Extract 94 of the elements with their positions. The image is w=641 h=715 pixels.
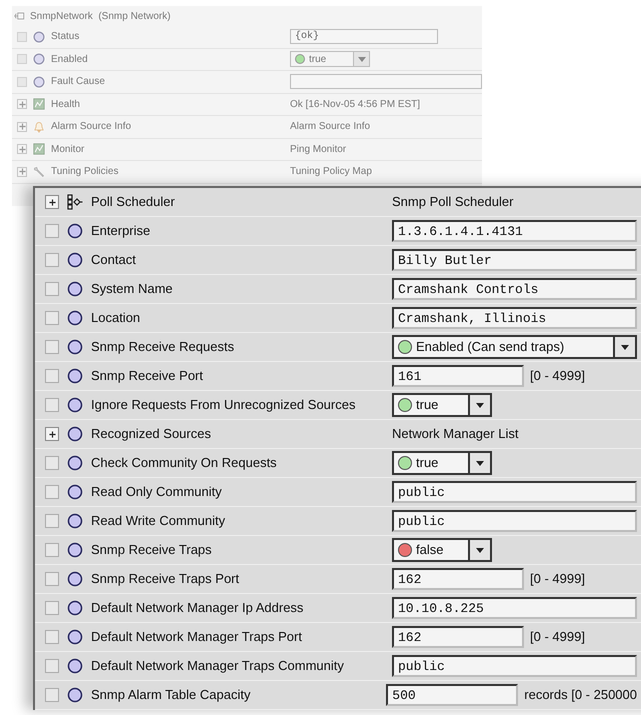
property-label: Enabled (51, 52, 88, 67)
slot-circle-icon (67, 281, 83, 297)
property-label: Snmp Alarm Table Capacity (91, 686, 250, 704)
property-value: Tuning Policy Map (290, 165, 372, 180)
slot-circle-icon (33, 76, 45, 88)
plus-icon (18, 123, 26, 130)
slot-circle-icon (33, 30, 45, 43)
value-field[interactable]: 162 (392, 568, 524, 590)
property-label: Default Network Manager Traps Community (91, 657, 344, 676)
slot-circle-icon (67, 339, 83, 355)
range-text: [0 - 4999] (530, 367, 585, 386)
range-text: [0 - 4999] (530, 570, 585, 588)
dropdown-value: true (416, 396, 438, 414)
plus-icon (18, 146, 26, 153)
slot-circle-icon (67, 513, 83, 529)
property-value: Ok [16-Nov-05 4:56 PM EST] (290, 98, 420, 112)
dropdown-value: true (416, 454, 438, 472)
value-dropdown[interactable]: true (392, 451, 492, 475)
slot-circle-icon (67, 600, 83, 616)
property-label: Fault Cause (51, 75, 105, 90)
slot-circle-icon (67, 687, 83, 703)
slot-circle-icon (67, 658, 83, 674)
slot-circle-icon (67, 484, 83, 500)
network-icon (14, 10, 26, 22)
slot-circle-icon (67, 223, 83, 239)
plus-icon (48, 430, 56, 438)
value-field[interactable]: public (392, 655, 637, 677)
property-label: Snmp Receive Traps (91, 541, 212, 560)
slot-circle-icon (67, 571, 83, 587)
bell-icon (33, 120, 45, 133)
property-label: Poll Scheduler (91, 193, 175, 212)
slot-circle-icon (67, 542, 83, 558)
property-label: Alarm Source Info (51, 120, 132, 134)
chart-icon (33, 143, 45, 156)
chart-icon (33, 98, 45, 110)
slot-circle-icon (67, 629, 83, 645)
expand-button[interactable] (45, 195, 59, 209)
property-label: Recognized Sources (91, 425, 211, 444)
property-value: Ping Monitor (290, 142, 346, 157)
value-field[interactable]: 10.10.8.225 (392, 597, 637, 619)
dropdown-value: Enabled (Can send traps) (416, 338, 564, 356)
plus-icon (18, 100, 26, 108)
value-dropdown[interactable]: true (290, 51, 370, 68)
value-field[interactable]: 161 (392, 365, 524, 387)
property-label: Snmp Receive Port (91, 367, 203, 386)
slot-circle-icon (67, 310, 83, 326)
value-field[interactable]: {ok} (290, 29, 438, 44)
value-field[interactable]: 500 (386, 684, 518, 706)
property-value: Snmp Poll Scheduler (392, 193, 514, 212)
value-field[interactable]: public (392, 481, 637, 503)
property-label: Check Community On Requests (91, 454, 277, 472)
dropdown-value: true (309, 52, 326, 67)
property-label: Monitor (51, 142, 84, 157)
wrench-icon (33, 166, 45, 178)
value-field[interactable]: 162 (392, 626, 524, 648)
value-field[interactable] (290, 74, 482, 90)
value-field[interactable]: Cramshank Controls (392, 278, 637, 300)
expand-button[interactable] (45, 427, 59, 441)
value-field[interactable]: public (392, 510, 637, 532)
value-field[interactable]: 1.3.6.1.4.1.4131 (392, 220, 637, 242)
slot-circle-icon (33, 53, 45, 66)
slot-circle-icon (67, 368, 83, 384)
slot-circle-icon (67, 397, 83, 413)
property-label: Default Network Manager Ip Address (91, 599, 304, 618)
plus-icon (48, 198, 56, 206)
property-label: Snmp Receive Requests (91, 338, 234, 356)
property-label: Read Write Community (91, 512, 226, 530)
range-text: records [0 - 250000 (524, 686, 637, 704)
value-field[interactable]: Cramshank, Illinois (392, 307, 637, 329)
property-label: Health (51, 98, 80, 112)
property-label: Default Network Manager Traps Port (91, 628, 302, 646)
sheet-title: SnmpNetwork (Snmp Network) (30, 10, 171, 24)
range-text: [0 - 4999] (530, 628, 585, 646)
value-dropdown[interactable]: true (392, 393, 492, 417)
plus-icon (18, 168, 26, 176)
value-dropdown[interactable]: Enabled (Can send traps) (392, 335, 637, 359)
property-label: Contact (91, 251, 136, 270)
property-label: System Name (91, 280, 173, 298)
scheduler-icon (67, 194, 83, 210)
property-value: Network Manager List (392, 425, 518, 444)
value-dropdown[interactable]: false (392, 538, 492, 562)
property-label: Read Only Community (91, 483, 222, 502)
property-label: Status (51, 30, 80, 44)
slot-circle-icon (67, 252, 83, 268)
property-value: Alarm Source Info (290, 120, 370, 134)
value-field[interactable]: Billy Butler (392, 249, 637, 271)
dropdown-value: false (416, 541, 444, 560)
property-label: Ignore Requests From Unrecognized Sources (91, 396, 356, 414)
slot-circle-icon (67, 455, 83, 471)
property-label: Tuning Policies (51, 165, 118, 180)
property-label: Location (91, 309, 140, 328)
slot-circle-icon (67, 426, 83, 442)
property-label: Enterprise (91, 222, 150, 240)
property-label: Snmp Receive Traps Port (91, 570, 240, 588)
